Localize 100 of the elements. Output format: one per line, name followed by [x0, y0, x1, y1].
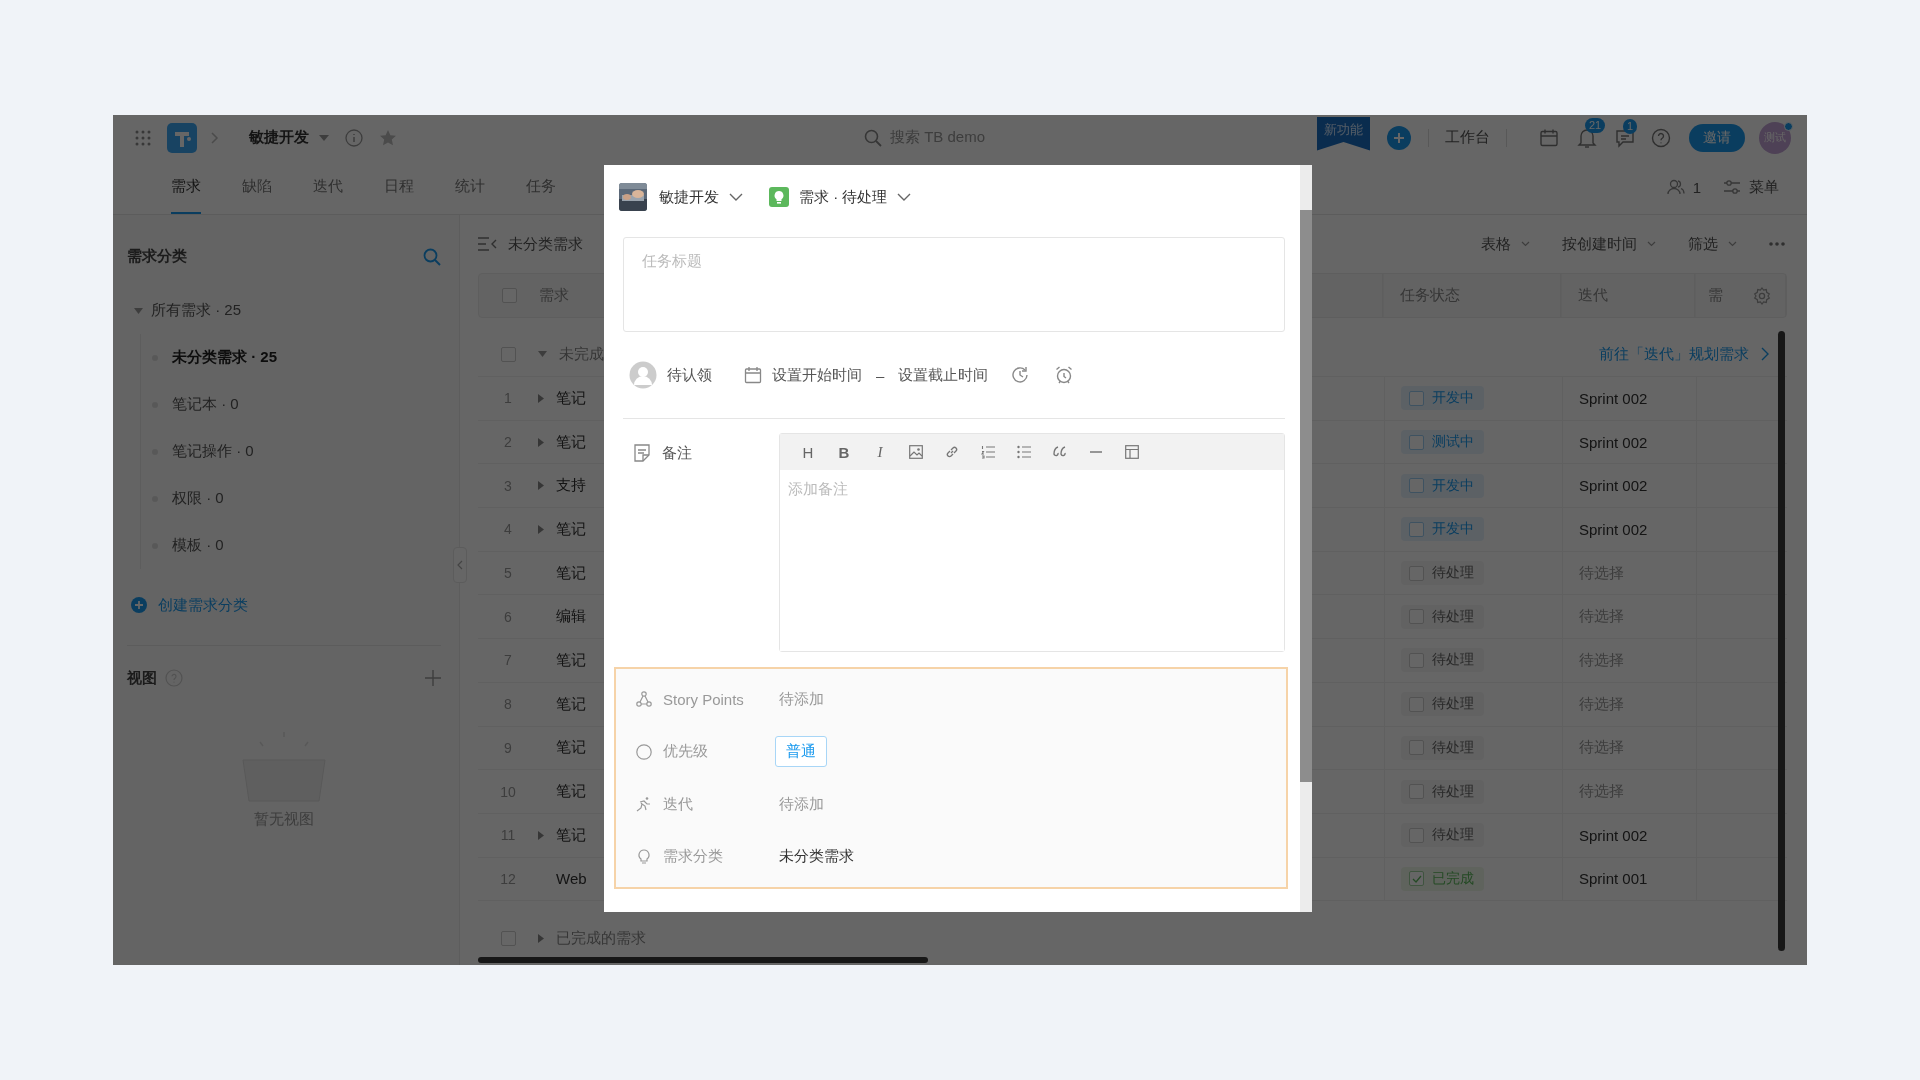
- tree-item[interactable]: 未分类需求 · 25: [172, 348, 277, 367]
- scrollbar[interactable]: [1300, 165, 1312, 912]
- numbered-list-icon[interactable]: [981, 445, 995, 459]
- field-value[interactable]: 待添加: [779, 794, 824, 814]
- create-category-link[interactable]: 创建需求分类: [158, 595, 248, 615]
- table-cell: 笔记: [556, 694, 586, 714]
- table-cell: 支持: [556, 476, 586, 496]
- field-value[interactable]: 未分类需求: [779, 847, 854, 867]
- category-title: 未分类需求: [508, 234, 583, 254]
- view-option-dropdown[interactable]: 表格: [1481, 234, 1530, 254]
- app-logo-icon[interactable]: [167, 122, 197, 153]
- format-button[interactable]: H: [790, 443, 826, 461]
- bullet-list-icon[interactable]: [1017, 445, 1031, 459]
- expand-arrow-icon[interactable]: [538, 481, 544, 491]
- repeat-icon[interactable]: [1010, 365, 1031, 385]
- status-tag[interactable]: 测试中: [1401, 430, 1484, 455]
- link-icon[interactable]: [945, 445, 959, 459]
- field-label: Story Points: [663, 690, 744, 708]
- note-icon: [634, 444, 650, 462]
- field-value[interactable]: 待添加: [779, 689, 824, 709]
- status-checkbox[interactable]: [1409, 434, 1424, 450]
- table-cell: 笔记: [556, 432, 586, 452]
- avatar-icon[interactable]: [629, 361, 657, 389]
- more-icon[interactable]: [1769, 242, 1785, 246]
- view-option-dropdown[interactable]: 筛选: [1688, 234, 1737, 254]
- views-title: 视图: [127, 668, 157, 688]
- chevron-right-icon[interactable]: [1761, 347, 1769, 361]
- collapse-list-icon[interactable]: [478, 237, 498, 251]
- status-tag[interactable]: 开发中: [1401, 473, 1484, 498]
- expand-arrow-icon[interactable]: [538, 393, 544, 403]
- help-icon[interactable]: [1651, 127, 1671, 148]
- due-time-link[interactable]: 设置截止时间: [898, 365, 989, 385]
- nodes-icon: [636, 691, 652, 708]
- project-name[interactable]: 敏捷开发: [249, 128, 309, 147]
- status-checkbox[interactable]: [1409, 871, 1424, 887]
- project-selector[interactable]: 敏捷开发: [659, 187, 719, 207]
- sidebar-title: 需求分类: [127, 247, 187, 266]
- chevron-down-icon[interactable]: [729, 193, 743, 201]
- expand-arrow-icon[interactable]: [538, 830, 544, 840]
- table-cell: 笔记: [556, 738, 586, 758]
- tree-item[interactable]: 模板 · 0: [172, 536, 224, 555]
- online-dot: [1784, 121, 1793, 131]
- chevron-down-icon[interactable]: [897, 193, 912, 201]
- table-cell: 笔记: [556, 650, 586, 670]
- member-count[interactable]: 1: [1692, 178, 1701, 196]
- settings-icon[interactable]: [1753, 286, 1771, 305]
- caret-icon[interactable]: [134, 307, 143, 314]
- add-icon[interactable]: [1386, 124, 1412, 151]
- status-checkbox[interactable]: [1409, 521, 1424, 537]
- status-tag[interactable]: 开发中: [1401, 386, 1484, 411]
- info-icon[interactable]: [345, 128, 363, 147]
- apps-grid-icon[interactable]: [135, 129, 151, 146]
- tree-item[interactable]: 笔记本 · 0: [172, 395, 239, 414]
- notification-count: 21: [1585, 117, 1606, 133]
- expand-arrow-icon[interactable]: [538, 437, 544, 447]
- table-icon[interactable]: [1125, 445, 1139, 459]
- scrollbar[interactable]: [1778, 331, 1785, 951]
- expand-arrow-icon[interactable]: [538, 524, 544, 534]
- caret-icon[interactable]: [538, 351, 547, 357]
- collapse-handle[interactable]: [453, 547, 467, 583]
- view-option-dropdown[interactable]: 按创建时间: [1562, 234, 1656, 254]
- caret-down-icon[interactable]: [319, 134, 329, 141]
- image-icon[interactable]: [909, 445, 923, 459]
- note-editor[interactable]: H B I 添加备注: [779, 433, 1285, 652]
- type-selector[interactable]: 需求 · 待处理: [799, 187, 888, 207]
- calendar-icon[interactable]: [744, 366, 762, 384]
- plus-icon[interactable]: [425, 670, 441, 686]
- tree-item[interactable]: 权限 · 0: [172, 489, 224, 508]
- format-button[interactable]: B: [826, 443, 862, 461]
- new-feature-badge[interactable]: 新功能: [1317, 116, 1370, 151]
- message-count: 1: [1623, 118, 1638, 134]
- status-checkbox[interactable]: [1409, 390, 1424, 406]
- lightbulb-icon: [636, 848, 652, 865]
- status-tag[interactable]: 开发中: [1401, 517, 1484, 542]
- plan-requirements-link[interactable]: 前往「迭代」规划需求: [1599, 344, 1749, 364]
- table-cell: 编辑: [556, 607, 586, 627]
- star-icon[interactable]: [379, 128, 397, 147]
- menu-link[interactable]: 菜单: [1749, 177, 1779, 197]
- priority-tag[interactable]: 普通: [775, 736, 827, 768]
- title-field[interactable]: 任务标题: [623, 237, 1285, 332]
- invite-button[interactable]: 邀请: [1689, 123, 1745, 152]
- table-cell: 笔记: [556, 388, 586, 408]
- format-button[interactable]: I: [862, 443, 898, 461]
- search-icon: [864, 128, 882, 147]
- expand-arrow-icon[interactable]: [538, 933, 544, 943]
- workbench-link[interactable]: 工作台: [1445, 128, 1490, 147]
- field-label: 迭代: [663, 794, 693, 814]
- sliders-icon[interactable]: [1723, 179, 1741, 195]
- start-time-link[interactable]: 设置开始时间: [772, 365, 862, 385]
- search-icon[interactable]: [423, 247, 441, 266]
- status-tag[interactable]: 已完成: [1401, 866, 1484, 891]
- tree-item[interactable]: 笔记操作 · 0: [172, 442, 254, 461]
- status-checkbox[interactable]: [1409, 478, 1424, 494]
- quote-icon[interactable]: [1053, 445, 1067, 459]
- calendar-icon[interactable]: [1539, 127, 1559, 148]
- assignee-label[interactable]: 待认领: [667, 365, 712, 385]
- scrollbar[interactable]: [478, 957, 928, 963]
- members-icon[interactable]: [1666, 178, 1685, 196]
- add-icon[interactable]: [130, 596, 148, 614]
- tree-item[interactable]: 所有需求 · 25: [151, 301, 241, 320]
